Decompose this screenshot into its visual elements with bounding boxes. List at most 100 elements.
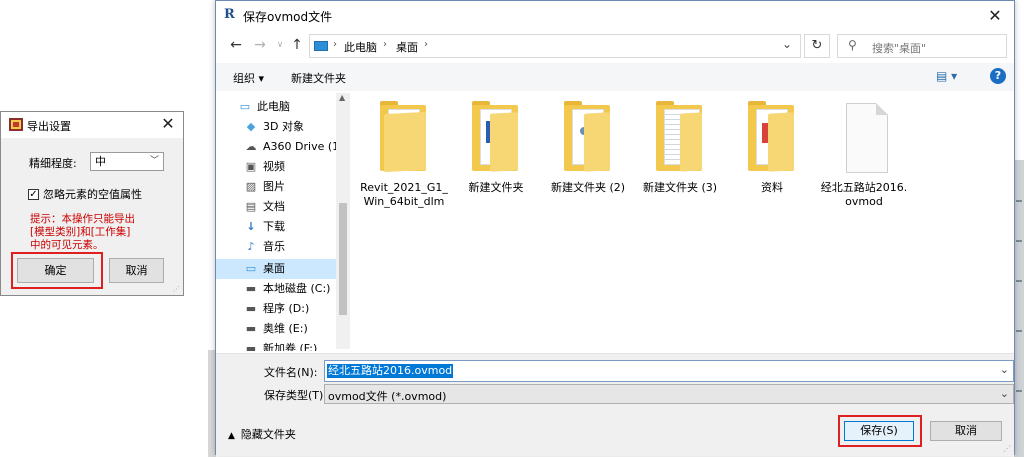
scroll-up-icon[interactable]: ▲ [339,93,345,102]
filetype-value: ovmod文件 (*.ovmod) [328,390,447,403]
nav-item-label: 程序 (D:) [263,302,310,315]
folder-icon [472,101,520,173]
drive-icon: ▬ [245,302,257,315]
save-dialog-title: 保存ovmod文件 [243,10,333,24]
filename-label: 文件名(N): [264,366,318,379]
new-folder-button[interactable]: 新建文件夹 [291,70,346,86]
save-button[interactable]: 保存(S) [844,421,914,441]
resize-grip-icon[interactable]: ⋰ [1003,444,1011,453]
nav-item-drive-e[interactable]: ▬ 奥维 (E:) [216,319,336,339]
search-input[interactable]: ⚲ 搜索"桌面" [837,34,1007,58]
filetype-select[interactable]: ovmod文件 (*.ovmod) ⌄ [324,384,1014,404]
detail-level-select[interactable]: 中 ﹀ [90,152,164,171]
hint-line: [模型类别]和[工作集] [30,226,131,238]
download-icon: ↓ [246,220,256,233]
computer-icon [314,41,328,51]
cancel-button[interactable]: 取消 [930,421,1002,441]
up-arrow-icon[interactable]: ↑ [289,37,305,53]
drive-icon: ▬ [245,282,257,295]
cancel-button[interactable]: 取消 [109,258,164,283]
nav-item-pictures[interactable]: ▨ 图片 [216,177,336,197]
documents-icon: ▤ [245,200,257,213]
nav-item-label: 本地磁盘 (C:) [263,282,331,295]
revit-app-icon: R [224,7,238,23]
file-item-ovmod-file[interactable]: 经北五路站2016.ovmod [820,101,908,209]
chevron-down-icon[interactable]: ⌄ [782,37,792,51]
nav-item-downloads[interactable]: ↓ 下载 [216,217,336,237]
resize-grip-icon[interactable]: ⋰ [173,285,181,293]
nav-item-drive-d[interactable]: ▬ 程序 (D:) [216,299,336,319]
file-item-new-folder[interactable]: 新建文件夹 [452,101,540,195]
view-options-icon[interactable]: ▤ ▾ [936,69,966,83]
nav-item-documents[interactable]: ▤ 文档 [216,197,336,217]
help-icon[interactable]: ? [990,68,1006,84]
ignore-null-properties-option[interactable]: ✓ 忽略元素的空值属性 [28,186,142,202]
pictures-icon: ▨ [245,180,257,193]
nav-item-label: 新加卷 (F:) [263,342,318,351]
nav-item-videos[interactable]: ▣ 视频 [216,157,336,177]
nav-item-label: 下载 [263,220,285,233]
chevron-down-icon[interactable]: ⌄ [1000,363,1009,376]
nav-item-label: 视频 [263,160,285,173]
navigation-scrollbar[interactable]: ▲ [336,93,350,349]
nav-item-label: 桌面 [263,262,285,275]
nav-item-drive-f[interactable]: ▬ 新加卷 (F:) [216,339,336,351]
3d-objects-icon: ◆ [246,120,256,133]
filetype-label: 保存类型(T): [264,389,328,402]
recent-dropdown-icon[interactable]: ∨ [272,40,288,50]
ignore-null-properties-checkbox[interactable]: ✓ [28,188,39,200]
close-icon[interactable]: ✕ [159,114,177,134]
forward-arrow-icon[interactable]: → [252,37,268,53]
file-item-new-folder-3[interactable]: 新建文件夹 (3) [636,101,724,195]
organize-menu-button[interactable]: 组织 ▾ [233,70,264,86]
breadcrumb-separator-icon[interactable]: › [424,39,428,50]
breadcrumb-this-pc[interactable]: 此电脑 [344,39,377,55]
nav-item-this-pc[interactable]: ▭ 此电脑 [216,97,336,117]
chevron-down-icon: ﹀ [149,156,159,166]
nav-item-3d-objects[interactable]: ◆ 3D 对象 [216,117,336,137]
app-icon [9,118,23,131]
nav-item-desktop[interactable]: ▭ 桌面 [216,259,336,279]
ok-button[interactable]: 确定 [17,258,94,283]
drive-icon: ▬ [245,322,257,335]
command-toolbar: 组织 ▾ 新建文件夹 ▤ ▾ ? [216,63,1014,91]
save-options-panel: 文件名(N): 经北五路站2016.ovmod ⌄ 保存类型(T): ovmod… [216,353,1014,456]
refresh-icon: ↻ [811,38,823,53]
breadcrumb-desktop[interactable]: 桌面 [396,39,418,55]
cloud-drive-icon: ☁ [245,140,257,153]
video-icon: ▣ [245,160,257,173]
file-item-data-folder[interactable]: 资料 [728,101,816,195]
address-bar[interactable]: › 此电脑 › 桌面 › ⌄ [309,34,801,58]
save-file-dialog: R 保存ovmod文件 ✕ ← → ∨ ↑ › 此电脑 › 桌面 › ⌄ ↻ ⚲… [215,0,1015,456]
export-dialog-title: 导出设置 [27,120,71,133]
filename-input[interactable]: 经北五路站2016.ovmod ⌄ [324,360,1014,382]
nav-item-drive-c[interactable]: ▬ 本地磁盘 (C:) [216,279,336,299]
refresh-button[interactable]: ↻ [804,34,830,58]
hide-folders-label: 隐藏文件夹 [240,428,296,441]
nav-item-label: 此电脑 [257,100,290,113]
nav-item-a360-drive[interactable]: ☁ A360 Drive (19 [216,137,347,157]
hide-folders-toggle[interactable]: ▲ 隐藏文件夹 [228,426,296,442]
file-item-revit-folder[interactable]: Revit_2021_G1_Win_64bit_dlm [360,101,448,209]
nav-item-label: 奥维 (E:) [263,322,308,335]
file-item-name: 新建文件夹 (2) [550,181,626,194]
scrollbar-thumb[interactable] [339,203,347,315]
folder-icon [656,101,704,173]
folder-icon [564,101,612,173]
file-item-name: 新建文件夹 (3) [642,181,718,194]
back-arrow-icon[interactable]: ← [228,37,244,53]
detail-level-value: 中 [95,155,106,168]
file-item-new-folder-2[interactable]: 新建文件夹 (2) [544,101,632,195]
chevron-up-icon: ▲ [228,431,235,441]
file-list: Revit_2021_G1_Win_64bit_dlm 新建文件夹 新建文件夹 … [356,91,1011,351]
hint-line: 提示：本操作只能导出 [30,213,135,225]
nav-item-label: A360 Drive (19 [263,140,347,153]
close-icon[interactable]: ✕ [982,4,1008,28]
nav-item-label: 3D 对象 [263,120,304,133]
breadcrumb-separator-icon[interactable]: › [383,39,387,50]
navigation-bar: ← → ∨ ↑ › 此电脑 › 桌面 › ⌄ ↻ ⚲ 搜索"桌面" [216,31,1014,59]
export-hint-text: 提示：本操作只能导出 [模型类别]和[工作集] 中的可见元素。 [30,213,180,252]
nav-item-music[interactable]: ♪ 音乐 [216,237,336,257]
export-dialog-titlebar: 导出设置 ✕ [1,112,183,138]
breadcrumb-separator-icon[interactable]: › [333,39,337,50]
